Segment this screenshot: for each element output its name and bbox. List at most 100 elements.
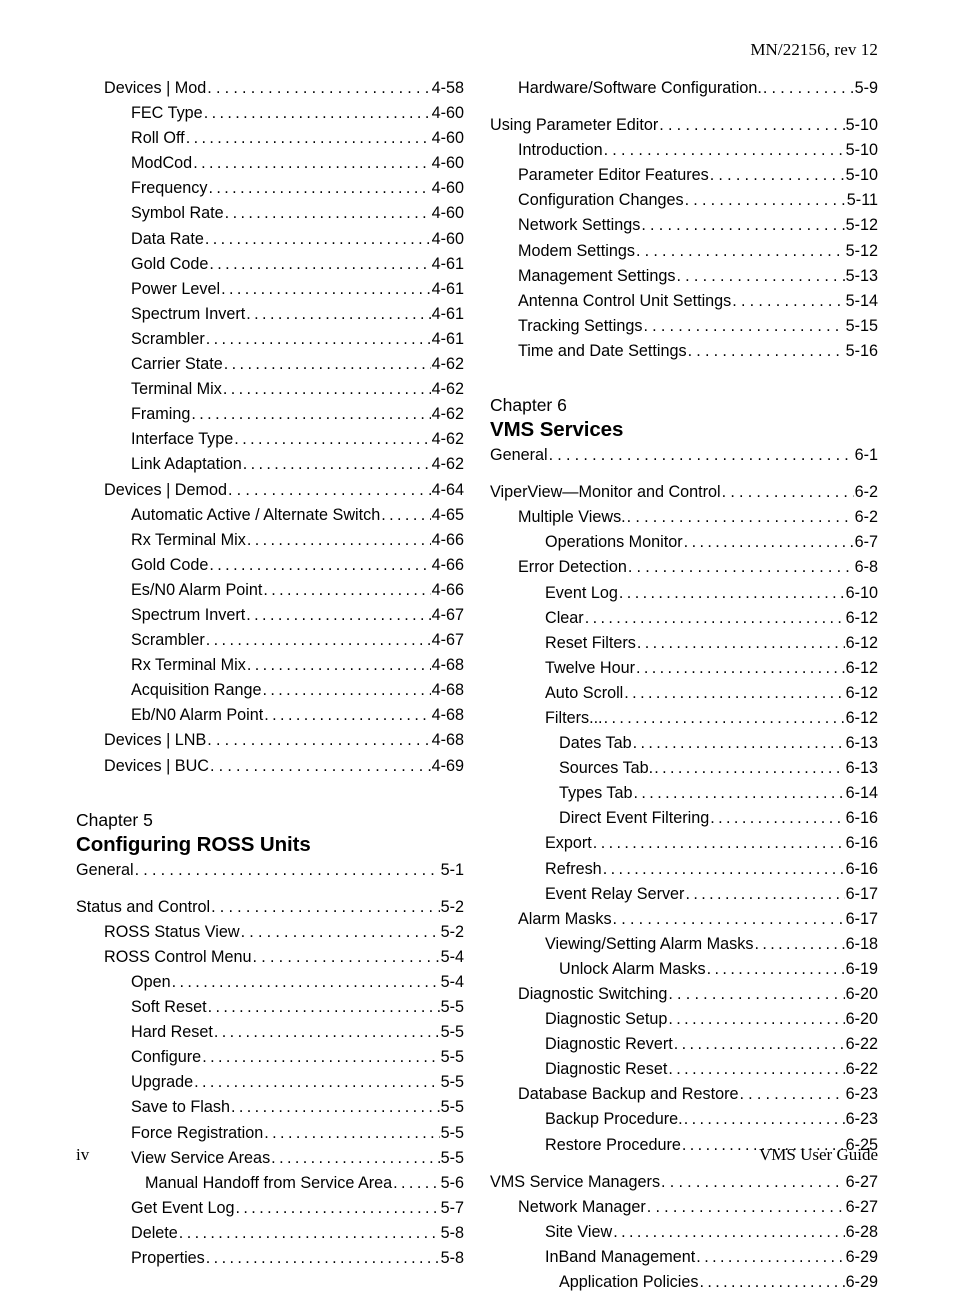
toc-entry[interactable]: Symbol Rate.............................… [76, 201, 464, 226]
toc-entry-page-number: 5-11 [846, 191, 878, 210]
toc-entry[interactable]: VMS Service Managers....................… [490, 1170, 878, 1195]
toc-entry[interactable]: Force Registration......................… [76, 1121, 464, 1146]
toc-entry-page-number: 6-1 [854, 446, 878, 465]
toc-entry[interactable]: Gold Code...............................… [76, 553, 464, 578]
toc-leader-dots: ........................................… [205, 1249, 440, 1268]
toc-entry[interactable]: Devices | BUC...........................… [76, 754, 464, 779]
toc-entry[interactable]: Diagnostic Revert.......................… [490, 1032, 878, 1057]
toc-entry[interactable]: Error Detection.........................… [490, 555, 878, 580]
toc-entry[interactable]: Site View...............................… [490, 1220, 878, 1245]
toc-entry[interactable]: Direct Event Filtering..................… [490, 806, 878, 831]
toc-entry[interactable]: Spectrum Invert.........................… [76, 603, 464, 628]
toc-leader-dots: ........................................… [618, 583, 845, 602]
toc-entry[interactable]: Operations Monitor......................… [490, 530, 878, 555]
toc-entry[interactable]: Network Manager.........................… [490, 1195, 878, 1220]
toc-entry[interactable]: Parameter Editor Features...............… [490, 163, 878, 188]
toc-entry[interactable]: Using Parameter Editor..................… [490, 113, 878, 138]
toc-entry-page-number: 4-62 [431, 405, 464, 424]
toc-entry[interactable]: Hard Reset..............................… [76, 1020, 464, 1045]
toc-entry[interactable]: Terminal Mix............................… [76, 377, 464, 402]
toc-entry[interactable]: Spectrum Invert.........................… [76, 302, 464, 327]
toc-entry[interactable]: Event Relay Server......................… [490, 882, 878, 907]
toc-entry[interactable]: Data Rate...............................… [76, 227, 464, 252]
toc-entry-label: Introduction [518, 141, 603, 160]
toc-entry[interactable]: Open....................................… [76, 970, 464, 995]
toc-entry[interactable]: Export..................................… [490, 831, 878, 856]
toc-entry[interactable]: Devices | LNB...........................… [76, 728, 464, 753]
toc-entry[interactable]: Soft Reset..............................… [76, 995, 464, 1020]
page-folio: iv [76, 1145, 90, 1164]
toc-entry[interactable]: InBand Management.......................… [490, 1245, 878, 1270]
toc-entry[interactable]: Filters.................................… [490, 706, 878, 731]
toc-entry[interactable]: Rx Terminal Mix.........................… [76, 528, 464, 553]
toc-entry[interactable]: Framing.................................… [76, 402, 464, 427]
toc-entry[interactable]: Configure...............................… [76, 1045, 464, 1070]
toc-entry[interactable]: Management Settings.....................… [490, 264, 878, 289]
toc-entry-label: Direct Event Filtering [559, 809, 710, 828]
toc-entry-page-number: 4-62 [431, 380, 464, 399]
toc-entry[interactable]: Save to Flash...........................… [76, 1095, 464, 1120]
toc-entry[interactable]: Antenna Control Unit Settings...........… [490, 289, 878, 314]
toc-entry[interactable]: Carrier State...........................… [76, 352, 464, 377]
toc-entry-label: Multiple Views. [518, 508, 626, 527]
toc-entry[interactable]: Auto Scroll.............................… [490, 681, 878, 706]
toc-column-left: Devices | Mod...........................… [76, 76, 464, 1271]
toc-entry[interactable]: ModCod..................................… [76, 151, 464, 176]
toc-entry[interactable]: Tracking Settings.......................… [490, 314, 878, 339]
toc-entry[interactable]: General.................................… [76, 858, 464, 883]
toc-entry[interactable]: Properties..............................… [76, 1246, 464, 1271]
toc-entry[interactable]: Application Policies....................… [490, 1270, 878, 1295]
toc-entry[interactable]: Diagnostic Switching....................… [490, 982, 878, 1007]
toc-entry[interactable]: Clear...................................… [490, 606, 878, 631]
toc-entry[interactable]: ROSS Control Menu.......................… [76, 945, 464, 970]
toc-entry[interactable]: Rx Terminal Mix.........................… [76, 653, 464, 678]
toc-entry[interactable]: Types Tab...............................… [490, 781, 878, 806]
toc-entry[interactable]: Link Adaptation.........................… [76, 452, 464, 477]
toc-entry[interactable]: Delete..................................… [76, 1221, 464, 1246]
toc-entry[interactable]: Scrambler...............................… [76, 327, 464, 352]
toc-entry[interactable]: Viewing/Setting Alarm Masks.............… [490, 932, 878, 957]
toc-entry[interactable]: ROSS Status View........................… [76, 920, 464, 945]
toc-entry[interactable]: Frequency...............................… [76, 176, 464, 201]
toc-entry[interactable]: Unlock Alarm Masks......................… [490, 957, 878, 982]
toc-entry[interactable]: Diagnostic Setup........................… [490, 1007, 878, 1032]
toc-entry[interactable]: Reset Filters...........................… [490, 631, 878, 656]
toc-entry[interactable]: Acquisition Range.......................… [76, 678, 464, 703]
toc-entry[interactable]: Roll Off................................… [76, 126, 464, 151]
toc-leader-dots: ........................................… [739, 1085, 844, 1104]
toc-entry[interactable]: Refresh.................................… [490, 857, 878, 882]
toc-entry[interactable]: Multiple Views..........................… [490, 505, 878, 530]
toc-entry[interactable]: Manual Handoff from Service Area........… [76, 1171, 464, 1196]
toc-entry[interactable]: Es/N0 Alarm Point.......................… [76, 578, 464, 603]
toc-entry[interactable]: Interface Type..........................… [76, 427, 464, 452]
toc-entry[interactable]: Database Backup and Restore.............… [490, 1082, 878, 1107]
toc-entry[interactable]: Sources Tab.............................… [490, 756, 878, 781]
toc-entry[interactable]: Automatic Active / Alternate Switch.....… [76, 503, 464, 528]
toc-entry[interactable]: Status and Control......................… [76, 895, 464, 920]
toc-entry[interactable]: Dates Tab...............................… [490, 731, 878, 756]
toc-entry[interactable]: Get Event Log...........................… [76, 1196, 464, 1221]
toc-entry[interactable]: Introduction............................… [490, 138, 878, 163]
toc-entry[interactable]: General.................................… [490, 443, 878, 468]
toc-entry[interactable]: Eb/N0 Alarm Point.......................… [76, 703, 464, 728]
toc-entry[interactable]: Modem Settings..........................… [490, 239, 878, 264]
toc-entry[interactable]: Configuration Changes...................… [490, 188, 878, 213]
toc-entry[interactable]: Devices | Mod...........................… [76, 76, 464, 101]
toc-entry[interactable]: Event Log...............................… [490, 581, 878, 606]
toc-entry[interactable]: ViperView—Monitor and Control...........… [490, 480, 878, 505]
toc-entry[interactable]: Alarm Masks.............................… [490, 907, 878, 932]
document-title: VMS User Guide [759, 1145, 878, 1164]
toc-entry[interactable]: Upgrade.................................… [76, 1070, 464, 1095]
toc-entry[interactable]: Twelve Hour.............................… [490, 656, 878, 681]
toc-entry[interactable]: Power Level.............................… [76, 277, 464, 302]
toc-entry[interactable]: Backup Procedure........................… [490, 1107, 878, 1132]
toc-entry[interactable]: Hardware/Software Configuration.........… [490, 76, 878, 101]
toc-entry[interactable]: Diagnostic Reset........................… [490, 1057, 878, 1082]
toc-entry[interactable]: Devices | Demod.........................… [76, 478, 464, 503]
toc-entry[interactable]: Time and Date Settings..................… [490, 339, 878, 364]
toc-entry[interactable]: FEC Type................................… [76, 101, 464, 126]
toc-entry[interactable]: Network Settings........................… [490, 213, 878, 238]
toc-entry-label: Devices | LNB [104, 731, 207, 750]
toc-entry[interactable]: Gold Code...............................… [76, 252, 464, 277]
toc-entry[interactable]: Scrambler...............................… [76, 628, 464, 653]
